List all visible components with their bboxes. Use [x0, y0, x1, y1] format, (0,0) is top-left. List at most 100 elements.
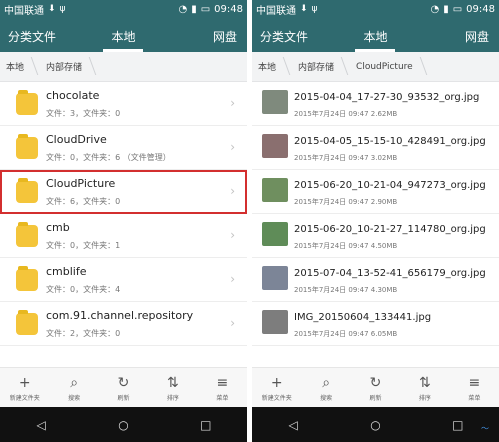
file-name: 2015-04-05_15-15-10_428491_org.jpg	[294, 136, 486, 147]
list-item[interactable]: 2015-06-20_10-21-04_947273_org.jpg 2015年…	[252, 170, 499, 214]
carrier-label: 中国联通	[4, 5, 44, 17]
search-button[interactable]: ⌕ 搜索	[301, 368, 350, 407]
chevron-right-icon: ›	[230, 140, 235, 154]
chevron-right-icon: ›	[230, 316, 235, 330]
folder-name: cmblife	[46, 265, 87, 278]
new-folder-button[interactable]: + 新建文件夹	[0, 368, 49, 407]
status-right: ◔ ▮ ▭ 09:48	[178, 4, 243, 15]
list-item[interactable]: com.91.channel.repository 文件：2，文件夹：0 ›	[0, 302, 247, 346]
file-list: 2015-04-04_17-27-30_93532_org.jpg 2015年7…	[252, 82, 499, 367]
tab-cloud[interactable]: 网盘	[465, 28, 489, 45]
file-meta: 2015年7月24日 09:47 3.02MB	[294, 154, 398, 162]
refresh-button[interactable]: ↻ 刷新	[99, 368, 148, 407]
home-icon[interactable]: ○	[103, 418, 143, 432]
system-navigation-bar: ◁ ○ □ 〜	[252, 407, 499, 442]
image-thumbnail	[262, 134, 288, 158]
chevron-right-icon: ›	[230, 272, 235, 286]
home-icon[interactable]: ○	[355, 418, 395, 432]
top-tab-bar: 分类文件 本地 网盘	[252, 18, 499, 52]
breadcrumb-item-internal-storage[interactable]: 内部存储	[38, 52, 96, 82]
breadcrumb-item-cloudpicture[interactable]: CloudPicture	[348, 52, 427, 82]
tab-local[interactable]: 本地	[252, 28, 499, 45]
image-thumbnail	[262, 222, 288, 246]
list-item-cloudpicture[interactable]: CloudPicture 文件：6，文件夹：0 ›	[0, 170, 247, 214]
list-item[interactable]: CloudDrive 文件：0，文件夹：6 （文件管理） ›	[0, 126, 247, 170]
file-meta: 2015年7月24日 09:47 4.50MB	[294, 242, 398, 250]
time-label: 09:48	[466, 3, 495, 15]
list-item[interactable]: IMG_20150604_133441.jpg 2015年7月24日 09:47…	[252, 302, 499, 346]
menu-icon: ≡	[468, 375, 481, 391]
folder-meta: 文件：2，文件夹：0	[46, 329, 121, 338]
bottom-toolbar: + 新建文件夹 ⌕ 搜索 ↻ 刷新 ⇅ 排序 ≡ 菜单	[252, 367, 499, 407]
list-item[interactable]: 2015-04-05_15-15-10_428491_org.jpg 2015年…	[252, 126, 499, 170]
recent-apps-icon[interactable]: □	[438, 418, 478, 432]
tab-local[interactable]: 本地	[0, 28, 247, 45]
list-item[interactable]: cmblife 文件：0，文件夹：4 ›	[0, 258, 247, 302]
carrier-label: 中国联通	[256, 5, 296, 17]
folder-meta: 文件：6，文件夹：0	[46, 197, 121, 206]
menu-icon: ≡	[216, 375, 229, 391]
recent-apps-icon[interactable]: □	[186, 418, 226, 432]
back-icon[interactable]: ◁	[21, 418, 61, 432]
file-name: 2015-06-20_10-21-27_114780_org.jpg	[294, 224, 486, 235]
refresh-button[interactable]: ↻ 刷新	[351, 368, 400, 407]
search-button[interactable]: ⌕ 搜索	[49, 368, 98, 407]
sort-icon: ⇅	[167, 375, 179, 391]
image-thumbnail	[262, 266, 288, 290]
toolbar-label: 排序	[166, 395, 179, 402]
list-item[interactable]: 2015-07-04_13-52-41_656179_org.jpg 2015年…	[252, 258, 499, 302]
list-item[interactable]: chocolate 文件：3，文件夹：0 ›	[0, 82, 247, 126]
refresh-icon: ↻	[369, 375, 382, 391]
breadcrumb-item-internal-storage[interactable]: 内部存储	[290, 52, 348, 82]
usb-icon: ψ	[311, 4, 318, 14]
folder-name: CloudDrive	[46, 133, 107, 146]
file-name: 2015-04-04_17-27-30_93532_org.jpg	[294, 92, 480, 103]
new-folder-button[interactable]: + 新建文件夹	[252, 368, 301, 407]
tab-cloud[interactable]: 网盘	[213, 28, 237, 45]
list-item[interactable]: 2015-04-04_17-27-30_93532_org.jpg 2015年7…	[252, 82, 499, 126]
menu-button[interactable]: ≡ 菜单	[198, 368, 247, 407]
image-thumbnail	[262, 310, 288, 334]
comparison-screens: 中国联通 ⬇ ψ ◔ ▮ ▭ 09:48 分类文件 本地 网盘 本地 内部存储 …	[0, 0, 499, 442]
toolbar-label: 搜索	[320, 395, 333, 402]
breadcrumb: 本地 内部存储	[0, 52, 247, 82]
usb-icon: ψ	[59, 4, 66, 14]
breadcrumb-item-local[interactable]: 本地	[258, 52, 290, 82]
list-item[interactable]: 2015-06-20_10-21-27_114780_org.jpg 2015年…	[252, 214, 499, 258]
chevron-right-icon: ›	[230, 184, 235, 198]
chevron-right-icon: ›	[230, 96, 235, 110]
left-phone-screen: 中国联通 ⬇ ψ ◔ ▮ ▭ 09:48 分类文件 本地 网盘 本地 内部存储 …	[0, 0, 247, 442]
folder-icon	[16, 90, 38, 115]
toolbar-label: 菜单	[468, 395, 481, 402]
signal-icon: ▮	[191, 3, 197, 15]
folder-icon	[16, 222, 38, 247]
image-thumbnail	[262, 90, 288, 114]
folder-meta: 文件：3，文件夹：0	[46, 109, 121, 118]
battery-icon: ▭	[200, 3, 211, 15]
status-right: ◔ ▮ ▭ 09:48	[430, 4, 495, 15]
toolbar-label: 菜单	[216, 395, 229, 402]
file-meta: 2015年7月24日 09:47 4.30MB	[294, 286, 398, 294]
back-icon[interactable]: ◁	[273, 418, 313, 432]
toolbar-label: 新建文件夹	[9, 395, 40, 402]
sort-button[interactable]: ⇅ 排序	[148, 368, 197, 407]
folder-icon	[16, 266, 38, 291]
folder-name: CloudPicture	[46, 177, 116, 190]
breadcrumb-item-local[interactable]: 本地	[6, 52, 38, 82]
search-icon: ⌕	[70, 375, 79, 391]
search-icon: ⌕	[322, 375, 331, 391]
sort-button[interactable]: ⇅ 排序	[400, 368, 449, 407]
folder-meta: 文件：0，文件夹：6 （文件管理）	[46, 153, 171, 162]
list-item[interactable]: cmb 文件：0，文件夹：1 ›	[0, 214, 247, 258]
menu-button[interactable]: ≡ 菜单	[450, 368, 499, 407]
breadcrumb: 本地 内部存储 CloudPicture	[252, 52, 499, 82]
download-icon: ⬇	[300, 4, 308, 14]
chevron-right-icon: ›	[230, 228, 235, 242]
sort-icon: ⇅	[419, 375, 431, 391]
toolbar-label: 刷新	[117, 395, 130, 402]
toolbar-label: 搜索	[68, 395, 81, 402]
top-tab-bar: 分类文件 本地 网盘	[0, 18, 247, 52]
battery-icon: ▭	[452, 3, 463, 15]
wifi-icon: ◔	[178, 3, 188, 15]
system-navigation-bar: ◁ ○ □	[0, 407, 247, 442]
